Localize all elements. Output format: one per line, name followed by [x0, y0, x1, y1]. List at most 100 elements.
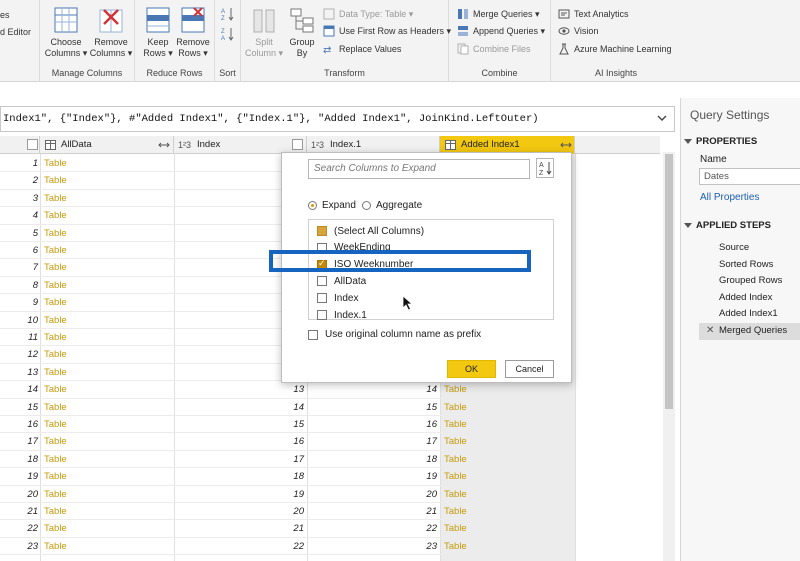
alldata-table-link[interactable]: Table — [44, 312, 67, 329]
append-queries-button[interactable]: Append Queries ▾ — [457, 23, 545, 39]
group-by-button[interactable]: Group By — [279, 6, 325, 59]
alldata-table-link[interactable]: Table — [44, 155, 67, 172]
formula-bar[interactable]: Index1", {"Index"}, #"Added Index1", {"I… — [0, 106, 675, 132]
header-cell-partial[interactable] — [0, 136, 40, 154]
alldata-table-link[interactable]: Table — [44, 451, 67, 468]
added-index1-table-link[interactable]: Table — [444, 399, 467, 416]
table-row[interactable]: 23 Table 22 23 Table — [0, 538, 575, 556]
alldata-table-link[interactable]: Table — [44, 399, 67, 416]
alldata-table-link[interactable]: Table — [44, 364, 67, 381]
vision-button[interactable]: Vision — [558, 23, 598, 39]
alldata-table-link[interactable]: Table — [44, 294, 67, 311]
name-label: Name — [700, 154, 727, 165]
table-row[interactable]: 18 Table 17 18 Table — [0, 451, 575, 469]
use-prefix-checkbox[interactable]: Use original column name as prefix — [308, 329, 481, 340]
combine-files-button[interactable]: Combine Files — [457, 41, 531, 57]
radio-selected-icon — [308, 201, 317, 210]
alldata-table-link[interactable]: Table — [44, 277, 67, 294]
alldata-table-link[interactable]: Table — [44, 520, 67, 537]
added-index1-table-link[interactable]: Table — [444, 468, 467, 485]
alldata-table-link[interactable]: Table — [44, 381, 67, 398]
alldata-table-link[interactable]: Table — [44, 486, 67, 503]
power-query-editor: es d Editor Choose Columns ▾ Remove Colu… — [0, 0, 800, 561]
applied-step-label: Added Index1 — [719, 308, 778, 320]
alldata-table-link[interactable]: Table — [44, 172, 67, 189]
added-index1-table-link[interactable]: Table — [444, 503, 467, 520]
remove-columns-button[interactable]: Remove Columns ▾ — [88, 6, 134, 59]
table-row[interactable]: 20 Table 19 20 Table — [0, 486, 575, 503]
expand-radio[interactable]: Expand — [308, 200, 356, 211]
alldata-table-link[interactable]: Table — [44, 207, 67, 224]
added-index1-table-link[interactable]: Table — [444, 381, 467, 398]
sort-descending-button[interactable]: ZA — [221, 26, 239, 42]
column-checkbox-item[interactable]: (Select All Columns) — [317, 223, 424, 239]
table-row[interactable]: 15 Table 14 15 Table — [0, 399, 575, 416]
row-number-cell: 18 — [27, 453, 38, 465]
use-first-row-headers-button[interactable]: Use First Row as Headers ▾ — [323, 23, 451, 39]
applied-step-item[interactable]: Source — [699, 240, 800, 257]
alldata-table-link[interactable]: Table — [44, 468, 67, 485]
alldata-table-link[interactable]: Table — [44, 190, 67, 207]
table-row[interactable]: 17 Table 16 17 Table — [0, 433, 575, 451]
expand-column-icon[interactable] — [560, 140, 572, 150]
properties-section-header[interactable]: PROPERTIES — [684, 136, 757, 147]
added-index1-table-link[interactable]: Table — [444, 451, 467, 468]
partial-ribbon-item-top[interactable]: es — [0, 7, 10, 23]
table-row[interactable]: 19 Table 18 19 Table — [0, 468, 575, 486]
expand-column-icon[interactable] — [158, 140, 170, 150]
text-analytics-button[interactable]: Text Analytics — [558, 6, 629, 22]
merge-queries-button[interactable]: Merge Queries ▾ — [457, 6, 540, 22]
added-index1-table-link[interactable]: Table — [444, 486, 467, 503]
vertical-scrollbar[interactable] — [663, 152, 675, 561]
table-row[interactable]: 14 Table 13 14 Table — [0, 381, 575, 399]
alldata-table-link[interactable]: Table — [44, 225, 67, 242]
azure-ml-button[interactable]: Azure Machine Learning — [558, 41, 672, 57]
added-index1-table-link[interactable]: Table — [444, 538, 467, 555]
row-number-cell: 14 — [27, 384, 38, 396]
alldata-table-link[interactable]: Table — [44, 416, 67, 433]
delete-step-icon[interactable]: ✕ — [706, 323, 714, 340]
applied-step-item[interactable]: Grouped Rows — [699, 273, 800, 290]
data-type-dropdown[interactable]: Data Type: Table ▾ — [323, 6, 413, 22]
sort-columns-button[interactable]: AZ — [536, 158, 554, 178]
all-properties-link[interactable]: All Properties — [700, 192, 759, 203]
alldata-table-link[interactable]: Table — [44, 242, 67, 259]
table-row[interactable]: 21 Table 20 21 Table — [0, 503, 575, 521]
alldata-table-link[interactable]: Table — [44, 503, 67, 520]
alldata-table-link[interactable]: Table — [44, 329, 67, 346]
scrollbar-thumb[interactable] — [665, 154, 673, 409]
query-name-input[interactable]: Dates — [699, 168, 800, 185]
choose-columns-button[interactable]: Choose Columns ▾ — [43, 6, 89, 59]
cancel-button[interactable]: Cancel — [505, 360, 554, 378]
table-row[interactable]: 16 Table 15 16 Table — [0, 416, 575, 434]
applied-step-item[interactable]: ✕ Merged Queries — [699, 322, 800, 340]
advanced-editor-button[interactable]: d Editor — [0, 24, 31, 40]
ok-button[interactable]: OK — [447, 360, 496, 378]
alldata-table-link[interactable]: Table — [44, 538, 67, 555]
alldata-table-link[interactable]: Table — [44, 259, 67, 276]
applied-step-item[interactable]: Added Index — [699, 290, 800, 307]
chevron-down-icon[interactable] — [656, 112, 668, 124]
aggregate-radio[interactable]: Aggregate — [362, 200, 422, 211]
group-by-label-1: Group — [289, 37, 315, 47]
replace-values-button[interactable]: ⇄ Replace Values — [323, 41, 401, 57]
column-checkbox-item[interactable]: Index.1 — [317, 307, 367, 323]
applied-step-item[interactable]: Sorted Rows — [699, 257, 800, 274]
added-index1-table-link[interactable]: Table — [444, 416, 467, 433]
applied-steps-section-header[interactable]: APPLIED STEPS — [684, 220, 771, 231]
alldata-table-link[interactable]: Table — [44, 346, 67, 363]
sort-ascending-button[interactable]: AZ — [221, 6, 239, 22]
remove-rows-button[interactable]: Remove Rows ▾ — [170, 6, 216, 59]
index-filter-dropdown[interactable] — [292, 139, 303, 150]
added-index1-table-link[interactable]: Table — [444, 433, 467, 450]
table-row[interactable]: 22 Table 21 22 Table — [0, 520, 575, 538]
added-index1-table-link[interactable]: Table — [444, 520, 467, 537]
alldata-table-link[interactable]: Table — [44, 433, 67, 450]
column-checkbox-item[interactable]: Index — [317, 290, 358, 306]
formula-text[interactable]: Index1", {"Index"}, #"Added Index1", {"I… — [3, 113, 539, 125]
search-columns-input[interactable]: Search Columns to Expand — [308, 159, 530, 179]
column-checkbox-item[interactable]: AllData — [317, 273, 366, 289]
column-filter-dropdown[interactable] — [27, 139, 38, 150]
applied-step-item[interactable]: Added Index1 — [699, 306, 800, 323]
header-alldata[interactable]: AllData — [40, 136, 174, 154]
